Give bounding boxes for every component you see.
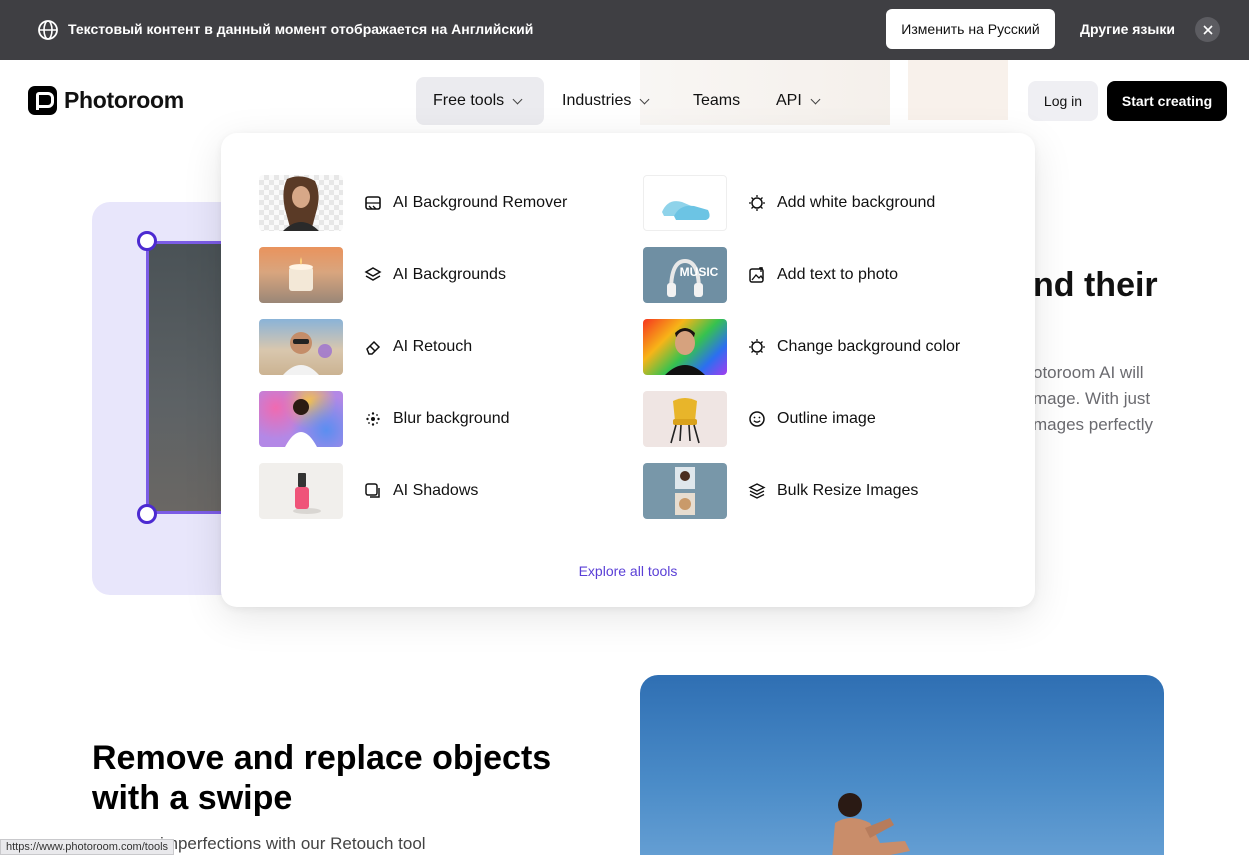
site-header: Photoroom Free tools Industries Teams AP…: [0, 60, 1249, 142]
tool-ai-background-remover[interactable]: AI Background Remover: [259, 175, 567, 231]
white-bg-icon: [747, 193, 767, 213]
section2-title: Remove and replace objects with a swipe: [92, 739, 552, 817]
tool-thumbnail: [259, 463, 343, 519]
tool-bulk-resize-images[interactable]: Bulk Resize Images: [643, 463, 918, 519]
portrait-blur-image: [285, 399, 317, 447]
person-figure: [832, 793, 910, 855]
smiley-outline-icon: [747, 409, 767, 429]
tool-thumbnail: [259, 319, 343, 375]
brand-logo[interactable]: Photoroom: [28, 86, 184, 115]
tool-thumbnail: [643, 319, 727, 375]
language-banner: Текстовый контент в данный момент отобра…: [0, 0, 1249, 60]
tool-thumbnail: [643, 463, 727, 519]
nav-label: Free tools: [433, 92, 505, 109]
close-icon: [1202, 24, 1213, 35]
nav-label: Industries: [562, 92, 632, 109]
free-tools-dropdown: AI Background Remover AI Backgrounds AI …: [221, 133, 1035, 607]
crop-handle-top[interactable]: [137, 231, 157, 251]
section2-image: [640, 675, 1164, 855]
tool-label: AI Background Remover: [393, 194, 568, 211]
tool-label: AI Retouch: [393, 338, 473, 355]
resize-collage-image: [675, 467, 695, 515]
sneakers-image: [662, 201, 710, 220]
banner-close-button[interactable]: [1195, 17, 1220, 42]
portrait-image: [283, 176, 319, 231]
color-bg-icon: [747, 337, 767, 357]
start-creating-button[interactable]: Start creating: [1107, 81, 1227, 121]
tool-thumbnail: [259, 175, 343, 231]
explore-all-tools-link[interactable]: Explore all tools: [221, 563, 1035, 579]
section-paragraph: otoroom AI will mage. With just mages pe…: [1033, 360, 1153, 438]
tool-blur-background[interactable]: Blur background: [259, 391, 510, 447]
candle-image: [289, 257, 313, 291]
tool-thumbnail: [643, 391, 727, 447]
tool-thumbnail: MUSIC: [643, 247, 727, 303]
chevron-down-icon: [810, 94, 821, 104]
tool-add-white-background[interactable]: Add white background: [643, 175, 935, 231]
nav-teams[interactable]: Teams: [693, 77, 740, 125]
tool-label: Bulk Resize Images: [777, 482, 919, 499]
nav-label: API: [776, 92, 802, 109]
section-heading: nd their: [1033, 266, 1158, 304]
thumbnail-text: MUSIC: [680, 265, 719, 279]
tool-ai-retouch[interactable]: AI Retouch: [259, 319, 472, 375]
blur-dots-icon: [363, 409, 383, 429]
tool-label: Change background color: [777, 338, 961, 355]
tool-label: AI Shadows: [393, 482, 479, 499]
tool-ai-shadows[interactable]: AI Shadows: [259, 463, 478, 519]
crop-handle-bottom[interactable]: [137, 504, 157, 524]
nav-industries[interactable]: Industries: [562, 77, 650, 125]
tool-label: Outline image: [777, 410, 876, 427]
beach-selfie-image: [283, 332, 332, 375]
tool-thumbnail: [259, 391, 343, 447]
paragraph-line: mage. With just: [1033, 389, 1151, 408]
other-languages-link[interactable]: Другие языки: [1080, 21, 1175, 37]
tool-change-background-color[interactable]: Change background color: [643, 319, 960, 375]
shadow-square-icon: [363, 481, 383, 501]
tool-thumbnail: [643, 175, 727, 231]
image-text-icon: [747, 265, 767, 285]
tool-ai-backgrounds[interactable]: AI Backgrounds: [259, 247, 506, 303]
headphones-image: MUSIC: [667, 258, 719, 297]
globe-icon: [38, 20, 58, 40]
layers-sparkle-icon: [363, 265, 383, 285]
tool-thumbnail: [259, 247, 343, 303]
tool-label: Add text to photo: [777, 266, 898, 283]
switch-language-button[interactable]: Изменить на Русский: [886, 9, 1055, 49]
nail-polish-image: [293, 473, 321, 514]
login-button[interactable]: Log in: [1028, 81, 1098, 121]
paragraph-line: otoroom AI will: [1033, 363, 1144, 382]
nav-api[interactable]: API: [776, 77, 821, 125]
tool-label: Blur background: [393, 410, 510, 427]
tool-label: Add white background: [777, 194, 936, 211]
status-bar-url: https://www.photoroom.com/tools: [0, 839, 175, 855]
brand-name: Photoroom: [64, 87, 184, 113]
tool-label: AI Backgrounds: [393, 266, 506, 283]
eraser-icon: [363, 337, 383, 357]
stack-icon: [747, 481, 767, 501]
nav-free-tools[interactable]: Free tools: [416, 77, 544, 125]
language-message: Текстовый контент в данный момент отобра…: [68, 21, 534, 37]
nav-label: Teams: [693, 92, 741, 109]
background-remover-icon: [363, 193, 383, 213]
tool-add-text-to-photo[interactable]: MUSIC Add text to photo: [643, 247, 898, 303]
paragraph-line: mages perfectly: [1033, 415, 1153, 434]
tool-outline-image[interactable]: Outline image: [643, 391, 876, 447]
yellow-chair-image: [670, 398, 700, 444]
chevron-down-icon: [512, 94, 523, 104]
photoroom-logo-icon: [28, 86, 57, 115]
chevron-down-icon: [639, 94, 650, 104]
smiling-man-image: [665, 328, 705, 375]
